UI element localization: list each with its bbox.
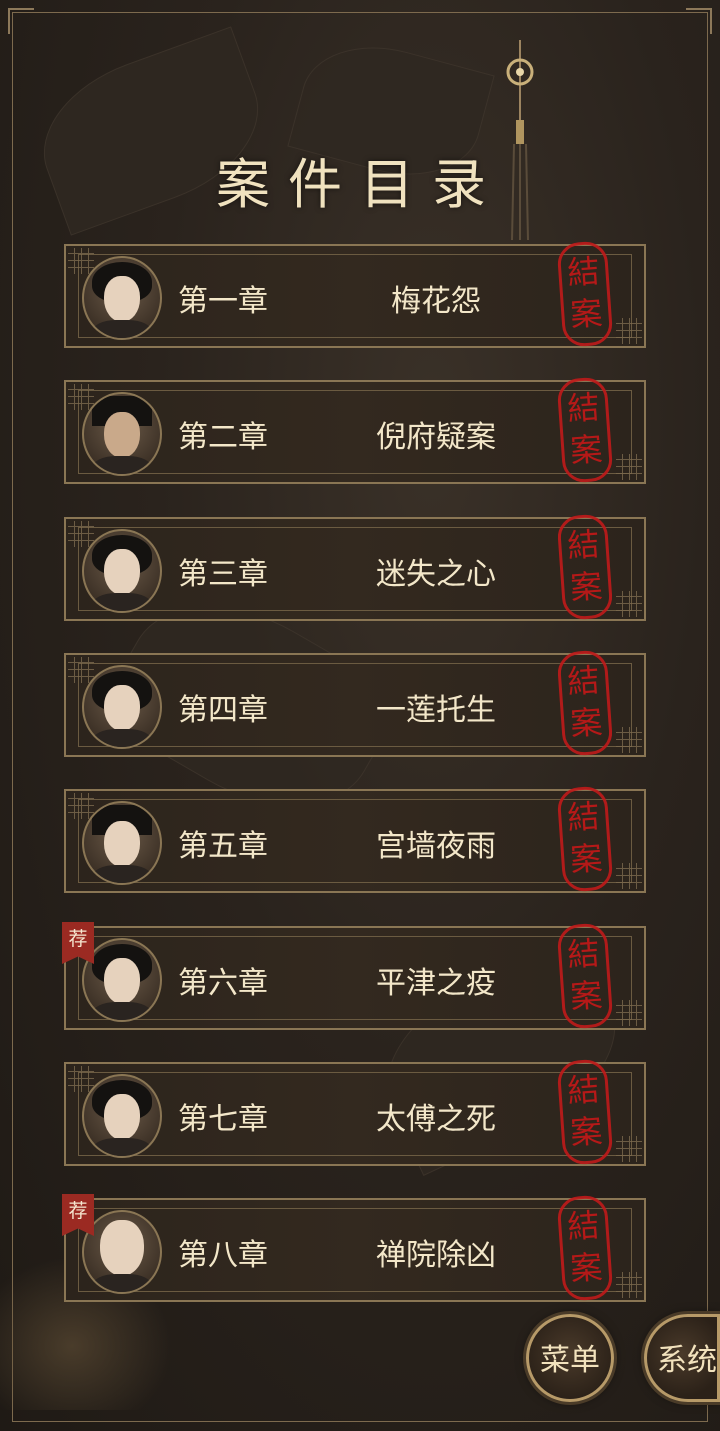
lattice-ornament	[68, 384, 94, 410]
character-portrait	[82, 665, 162, 749]
lattice-ornament	[68, 657, 94, 683]
lattice-ornament	[616, 591, 642, 617]
chapter-title: 太傅之死	[376, 1102, 496, 1137]
recommended-badge: 荐	[62, 1194, 94, 1236]
case-closed-stamp: 結案	[556, 1194, 614, 1302]
character-portrait	[82, 529, 162, 613]
chapter-item-3[interactable]: 第三章 迷失之心 結案	[64, 513, 646, 621]
character-portrait	[82, 938, 162, 1022]
character-portrait	[82, 392, 162, 476]
corner-ornament-top-left	[8, 8, 34, 34]
case-closed-stamp: 結案	[556, 513, 614, 621]
chapter-item-6[interactable]: 荐 第六章 平津之疫 結案	[62, 922, 646, 1030]
chapter-item-7[interactable]: 第七章 太傅之死 結案	[64, 1058, 646, 1166]
chapter-title: 平津之疫	[376, 966, 496, 1001]
case-closed-stamp: 結案	[556, 922, 614, 1030]
menu-button[interactable]: 菜单	[526, 1314, 614, 1402]
case-closed-stamp: 結案	[556, 240, 614, 348]
lattice-ornament	[68, 1066, 94, 1092]
chapter-item-2[interactable]: 第二章 倪府疑案 結案	[64, 376, 646, 484]
chapter-number: 第五章	[178, 829, 268, 864]
chapter-number: 第二章	[178, 420, 268, 455]
chapter-title: 迷失之心	[376, 557, 496, 592]
lattice-ornament	[68, 521, 94, 547]
chapter-number: 第七章	[178, 1102, 268, 1137]
chapter-item-1[interactable]: 第一章 梅花怨 結案	[64, 240, 646, 348]
recommended-badge: 荐	[62, 922, 94, 964]
character-portrait	[82, 801, 162, 885]
page-title: 案件目录	[216, 153, 504, 216]
lattice-ornament	[68, 248, 94, 274]
chapter-title: 倪府疑案	[376, 420, 496, 455]
system-button[interactable]: 系统	[644, 1314, 720, 1402]
lattice-ornament	[616, 318, 642, 344]
case-closed-stamp: 結案	[556, 1058, 614, 1166]
chapter-number: 第三章	[178, 557, 268, 592]
character-portrait	[82, 1210, 162, 1294]
chapter-title: 宫墙夜雨	[376, 829, 496, 864]
lattice-ornament	[616, 1000, 642, 1026]
case-closed-stamp: 結案	[556, 785, 614, 893]
lattice-ornament	[616, 1136, 642, 1162]
chapter-title: 一莲托生	[376, 693, 496, 728]
chapter-number: 第四章	[178, 693, 268, 728]
case-closed-stamp: 結案	[556, 649, 614, 757]
lattice-ornament	[616, 1272, 642, 1298]
chapter-item-4[interactable]: 第四章 一莲托生 結案	[64, 649, 646, 757]
chapter-number: 第一章	[178, 284, 268, 319]
corner-ornament-top-right	[686, 8, 712, 34]
lattice-ornament	[68, 793, 94, 819]
chapter-item-8[interactable]: 荐 第八章 禅院除凶 結案	[62, 1194, 646, 1302]
chapter-number: 第八章	[178, 1238, 268, 1273]
character-portrait	[82, 256, 162, 340]
lattice-ornament	[616, 454, 642, 480]
chapter-item-5[interactable]: 第五章 宫墙夜雨 結案	[64, 785, 646, 893]
lattice-ornament	[616, 863, 642, 889]
character-portrait	[82, 1074, 162, 1158]
chapter-title: 禅院除凶	[376, 1238, 496, 1273]
lattice-ornament	[616, 727, 642, 753]
chapter-title: 梅花怨	[391, 284, 481, 319]
case-closed-stamp: 結案	[556, 376, 614, 484]
chapter-number: 第六章	[178, 966, 268, 1001]
